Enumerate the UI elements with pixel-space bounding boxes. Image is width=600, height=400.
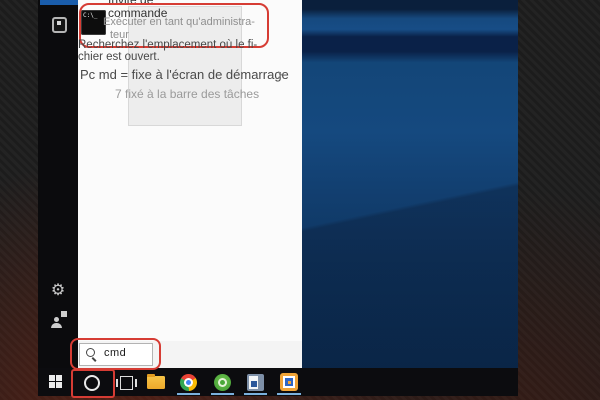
chrome-icon[interactable] (180, 374, 197, 391)
desktop-wallpaper (302, 0, 518, 368)
menu-item-pin-to-taskbar[interactable]: 7 fixé à la barre des tâches (115, 87, 259, 101)
page-background: ⚙ Invite de commande C:\_ Exécuter en ta… (0, 0, 600, 400)
cortana-icon[interactable] (84, 375, 100, 391)
people-icon-body (51, 323, 62, 328)
people-icon[interactable] (51, 311, 67, 328)
media-app-icon[interactable] (280, 373, 298, 391)
green-updater-icon[interactable] (214, 374, 231, 391)
document-app-icon[interactable] (247, 374, 264, 391)
title-bar-strip (40, 0, 78, 5)
annotation-box-search (70, 338, 161, 370)
windows-start-pane (56, 382, 62, 388)
chevron-right-icon: › (277, 64, 283, 83)
running-indicator (177, 393, 200, 395)
windows-start-pane (49, 375, 55, 381)
file-explorer-icon[interactable] (147, 374, 165, 389)
windows-start-icon[interactable] (49, 375, 62, 388)
start-sidebar: ⚙ (38, 0, 78, 396)
taskbar (38, 368, 518, 398)
windows-start-pane (49, 382, 55, 388)
search-results-panel: Invite de commande C:\_ Exécuter en tant… (78, 0, 302, 369)
people-icon-flag (61, 311, 67, 317)
task-view-icon[interactable] (116, 376, 137, 390)
menu-item-open-file-location[interactable]: Recherchez l'emplacement où le fi- (78, 39, 257, 51)
menu-icon[interactable] (52, 17, 67, 33)
running-indicator (244, 393, 267, 395)
media-app-icon-dot (288, 381, 291, 384)
running-indicator (277, 393, 301, 395)
running-indicator (211, 393, 234, 395)
settings-gear-icon[interactable]: ⚙ (49, 282, 67, 300)
menu-item-open-file-location-line2[interactable]: chier est ouvert. (78, 51, 160, 63)
people-icon-head (54, 317, 59, 322)
menu-item-pin-to-start[interactable]: Pc md = fixe à l'écran de démarrage (80, 67, 289, 82)
windows-start-pane (56, 375, 62, 381)
